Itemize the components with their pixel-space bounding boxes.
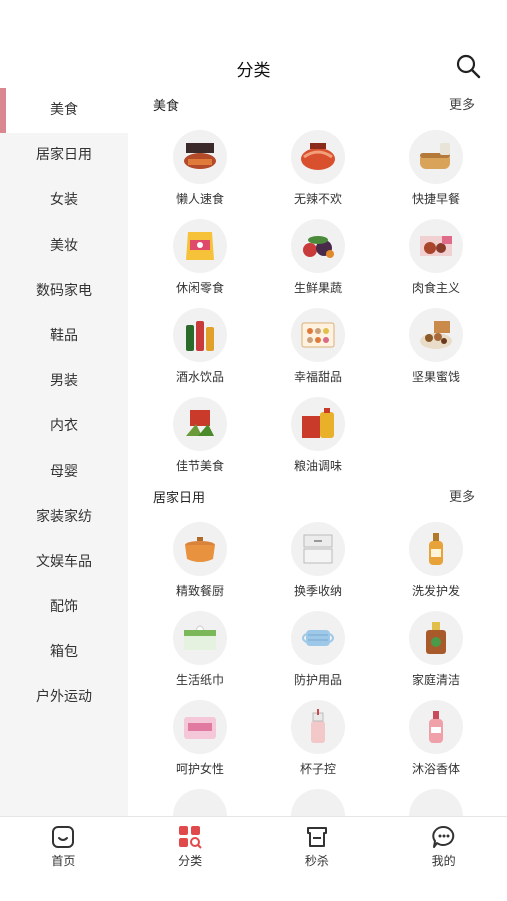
category-item-label: 洗发护发 bbox=[411, 584, 460, 598]
sidebar-item-electronics[interactable]: 数码家电 bbox=[0, 269, 128, 314]
category-item[interactable]: 生鲜果蔬 bbox=[259, 207, 377, 296]
more-link[interactable]: 更多 bbox=[449, 94, 475, 113]
category-item[interactable]: 佳节美食 bbox=[141, 385, 259, 474]
drink-bottles-icon bbox=[186, 321, 214, 351]
spicy-meat-icon bbox=[301, 143, 335, 170]
category-item[interactable]: 防护用品 bbox=[259, 599, 377, 688]
category-item-label: 佳节美食 bbox=[175, 459, 224, 473]
category-item[interactable]: 粮油调味 bbox=[259, 385, 377, 474]
category-sidebar: 美食 居家日用 女装 美妆 数码家电 鞋品 男装 内衣 母婴 家装家纺 文娱车品… bbox=[0, 88, 128, 816]
sidebar-item-food[interactable]: 美食 bbox=[0, 88, 128, 134]
category-item-label: 坚果蜜饯 bbox=[411, 370, 460, 384]
tab-flash-sale[interactable]: 秒杀 bbox=[254, 817, 381, 901]
category-item-label: 无辣不欢 bbox=[293, 192, 342, 206]
section-food: 美食 更多 懒人速食 无辣不欢 快捷早餐 休闲零食 生鲜果蔬 肉食主义 酒水饮品… bbox=[128, 88, 507, 474]
category-item-label: 呵护女性 bbox=[175, 762, 224, 776]
flash-sale-icon bbox=[306, 827, 327, 847]
tab-profile[interactable]: 我的 bbox=[380, 817, 507, 901]
category-item[interactable]: 家庭清洁 bbox=[377, 599, 495, 688]
category-item-label: 幸福甜品 bbox=[293, 370, 342, 384]
pad-pack-icon bbox=[184, 717, 216, 739]
bread-icon bbox=[420, 143, 450, 169]
section-household: 居家日用 更多 精致餐厨 换季收纳 洗发护发 生活纸巾 防护用品 家庭清洁 呵护… bbox=[128, 480, 507, 816]
sidebar-item-entertainment-car[interactable]: 文娱车品 bbox=[0, 540, 128, 585]
category-item[interactable]: 休闲零食 bbox=[141, 207, 259, 296]
category-item[interactable]: 换季收纳 bbox=[259, 510, 377, 599]
sidebar-item-shoes[interactable]: 鞋品 bbox=[0, 314, 128, 359]
fruit-veg-icon bbox=[303, 236, 334, 258]
sidebar-item-accessories[interactable]: 配饰 bbox=[0, 585, 128, 630]
body-wash-icon bbox=[429, 711, 443, 743]
category-item[interactable]: 坚果蜜饯 bbox=[377, 296, 495, 385]
category-item[interactable]: 生活纸巾 bbox=[141, 599, 259, 688]
category-item-label: 换季收纳 bbox=[293, 584, 342, 598]
sidebar-item-household[interactable]: 居家日用 bbox=[0, 133, 128, 178]
category-item[interactable]: 快捷早餐 bbox=[377, 118, 495, 207]
category-item-label: 生鲜果蔬 bbox=[293, 281, 342, 295]
category-item-label: 沐浴香体 bbox=[411, 762, 460, 776]
home-face-icon bbox=[52, 826, 75, 848]
bottom-tab-bar: 首页 分类 秒杀 我的 bbox=[0, 816, 507, 901]
app-header: 分类 bbox=[0, 0, 507, 88]
sidebar-item-underwear[interactable]: 内衣 bbox=[0, 404, 128, 449]
sidebar-item-outdoor[interactable]: 户外运动 bbox=[0, 675, 128, 720]
mask-icon bbox=[302, 630, 334, 646]
search-icon[interactable] bbox=[455, 53, 481, 79]
category-item[interactable]: 洗发护发 bbox=[377, 510, 495, 599]
category-item[interactable]: 呵护女性 bbox=[141, 688, 259, 777]
instant-food-icon bbox=[184, 143, 216, 169]
sidebar-item-bags[interactable]: 箱包 bbox=[0, 630, 128, 675]
nuts-icon bbox=[420, 321, 452, 349]
cleaner-bottle-icon bbox=[426, 622, 446, 654]
page-title: 分类 bbox=[236, 61, 271, 81]
category-item-label: 快捷早餐 bbox=[411, 192, 460, 206]
category-item-label: 酒水饮品 bbox=[175, 370, 224, 384]
category-item-label: 粮油调味 bbox=[293, 459, 342, 473]
category-item-label: 肉食主义 bbox=[411, 281, 460, 295]
shampoo-icon bbox=[429, 533, 443, 565]
category-icon bbox=[179, 826, 202, 849]
dessert-box-icon bbox=[301, 322, 335, 348]
category-item[interactable]: 沐浴香体 bbox=[377, 688, 495, 777]
cup-icon bbox=[311, 709, 325, 743]
section-title: 居家日用 bbox=[153, 491, 206, 506]
category-item-label: 防护用品 bbox=[293, 673, 342, 687]
sidebar-item-home-textile[interactable]: 家装家纺 bbox=[0, 495, 128, 540]
storage-box-icon bbox=[303, 534, 333, 564]
category-item-label: 家庭清洁 bbox=[411, 673, 460, 687]
category-item-label: 懒人速食 bbox=[175, 192, 224, 206]
section-title: 美食 bbox=[153, 99, 180, 114]
tissue-icon bbox=[184, 625, 216, 650]
oil-rice-icon bbox=[302, 408, 334, 438]
section-header: 美食 更多 bbox=[128, 88, 507, 118]
section-header: 居家日用 更多 bbox=[128, 480, 507, 510]
sidebar-item-cosmetics[interactable]: 美妆 bbox=[0, 224, 128, 269]
category-item-label: 休闲零食 bbox=[175, 281, 224, 295]
pot-icon bbox=[185, 537, 215, 562]
category-item-partial[interactable] bbox=[377, 777, 495, 816]
tab-home[interactable]: 首页 bbox=[0, 817, 127, 901]
category-content: 美食 更多 懒人速食 无辣不欢 快捷早餐 休闲零食 生鲜果蔬 肉食主义 酒水饮品… bbox=[128, 88, 507, 816]
zongzi-icon bbox=[186, 410, 214, 436]
category-item-partial[interactable] bbox=[141, 777, 259, 816]
snack-bag-icon bbox=[186, 232, 214, 260]
category-item[interactable]: 精致餐厨 bbox=[141, 510, 259, 599]
meat-box-icon bbox=[420, 236, 452, 256]
more-link[interactable]: 更多 bbox=[449, 486, 475, 505]
category-item-label: 生活纸巾 bbox=[175, 673, 224, 687]
category-item[interactable]: 无辣不欢 bbox=[259, 118, 377, 207]
category-item-label: 杯子控 bbox=[299, 762, 336, 776]
category-item[interactable]: 懒人速食 bbox=[141, 118, 259, 207]
sidebar-item-mens-wear[interactable]: 男装 bbox=[0, 359, 128, 404]
profile-chat-icon bbox=[431, 825, 454, 848]
sidebar-item-womens-wear[interactable]: 女装 bbox=[0, 178, 128, 223]
category-item-partial[interactable] bbox=[259, 777, 377, 816]
tab-category[interactable]: 分类 bbox=[127, 817, 254, 901]
category-item[interactable]: 杯子控 bbox=[259, 688, 377, 777]
category-item[interactable]: 肉食主义 bbox=[377, 207, 495, 296]
category-item[interactable]: 幸福甜品 bbox=[259, 296, 377, 385]
category-item-label: 精致餐厨 bbox=[175, 584, 224, 598]
sidebar-item-baby[interactable]: 母婴 bbox=[0, 450, 128, 495]
category-item[interactable]: 酒水饮品 bbox=[141, 296, 259, 385]
